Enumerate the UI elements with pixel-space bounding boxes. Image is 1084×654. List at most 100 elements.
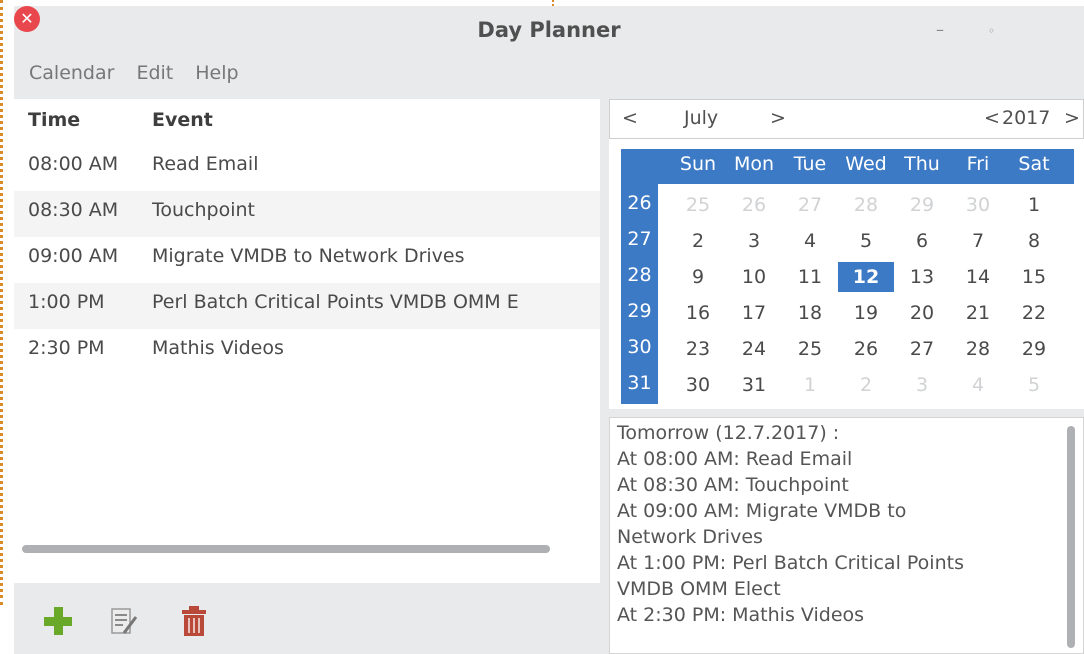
week-number: 26: [627, 192, 652, 214]
delete-event-button[interactable]: [176, 603, 212, 639]
day-name: Sun: [679, 153, 717, 175]
day-name: Wed: [845, 153, 887, 175]
week-number: 27: [627, 228, 652, 250]
week-number: 31: [627, 372, 652, 394]
prev-month-button[interactable]: <: [622, 107, 638, 129]
maximize-button[interactable]: ◦: [988, 24, 995, 38]
table-row[interactable]: 08:30 AM Touchpoint: [14, 191, 600, 237]
calendar-day[interactable]: 3: [894, 370, 950, 400]
title-bar: Day Planner – ◦ ✕: [14, 6, 1084, 52]
table-row[interactable]: 1:00 PM Perl Batch Critical Points VMDB …: [14, 283, 600, 329]
table-row[interactable]: 2:30 PM Mathis Videos: [14, 329, 600, 375]
prev-year-button[interactable]: <: [984, 107, 1000, 129]
calendar-day[interactable]: 29: [894, 190, 950, 220]
table-row[interactable]: 09:00 AM Migrate VMDB to Network Drives: [14, 237, 600, 283]
calendar-day[interactable]: 12: [838, 262, 894, 292]
event-list: 08:00 AM Read Email 08:30 AM Touchpoint …: [14, 145, 600, 375]
day-planner-window: Day Planner – ◦ ✕ Calendar Edit Help Tim…: [14, 6, 1084, 654]
calendar-day[interactable]: 5: [838, 226, 894, 256]
menu-help[interactable]: Help: [195, 56, 238, 90]
calendar-day[interactable]: 3: [726, 226, 782, 256]
window-title: Day Planner: [477, 18, 621, 42]
calendar-day[interactable]: 11: [782, 262, 838, 292]
next-year-button[interactable]: >: [1064, 107, 1080, 129]
calendar-day[interactable]: 25: [670, 190, 726, 220]
calendar-day[interactable]: 21: [950, 298, 1006, 328]
event-time: 09:00 AM: [28, 245, 119, 267]
calendar-day[interactable]: 6: [894, 226, 950, 256]
event-title: Read Email: [152, 153, 259, 175]
page-border-decoration: [0, 0, 6, 605]
week-number: 29: [627, 300, 652, 322]
day-name: Sat: [1018, 153, 1050, 175]
calendar-pane: < July > < 2017 > Sun Mon Tue Wed Thu Fr…: [609, 99, 1084, 654]
event-title: Touchpoint: [152, 199, 255, 221]
calendar-day[interactable]: 30: [670, 370, 726, 400]
calendar-day[interactable]: 9: [670, 262, 726, 292]
calendar-header: < July > < 2017 >: [609, 99, 1084, 139]
calendar-day[interactable]: 16: [670, 298, 726, 328]
calendar-grid: Sun Mon Tue Wed Thu Fri Sat 26 27 28 29 …: [609, 139, 1084, 409]
event-time: 08:00 AM: [28, 153, 119, 175]
day-names-header: Sun Mon Tue Wed Thu Fri Sat: [621, 149, 1074, 184]
calendar-day[interactable]: 5: [1006, 370, 1062, 400]
time-column-header[interactable]: Time: [28, 109, 80, 131]
calendar-day[interactable]: 15: [1006, 262, 1062, 292]
calendar-day[interactable]: 13: [894, 262, 950, 292]
calendar-day[interactable]: 26: [726, 190, 782, 220]
calendar-day[interactable]: 29: [1006, 334, 1062, 364]
menu-calendar[interactable]: Calendar: [29, 56, 114, 90]
calendar-day[interactable]: 4: [782, 226, 838, 256]
calendar-day[interactable]: 14: [950, 262, 1006, 292]
week-number: 30: [627, 336, 652, 358]
edit-event-button[interactable]: [106, 603, 142, 639]
event-time: 08:30 AM: [28, 199, 119, 221]
event-title: Perl Batch Critical Points VMDB OMM E: [152, 291, 519, 313]
event-column-header[interactable]: Event: [152, 109, 213, 131]
calendar-day[interactable]: 19: [838, 298, 894, 328]
add-event-button[interactable]: [40, 603, 76, 639]
table-row[interactable]: 08:00 AM Read Email: [14, 145, 600, 191]
summary-line: VMDB OMM Elect: [617, 578, 781, 600]
calendar-day[interactable]: 28: [950, 334, 1006, 364]
calendar-day[interactable]: 28: [838, 190, 894, 220]
menu-edit[interactable]: Edit: [136, 56, 173, 90]
calendar-day[interactable]: 30: [950, 190, 1006, 220]
calendar-day[interactable]: 4: [950, 370, 1006, 400]
calendar-day[interactable]: 17: [726, 298, 782, 328]
event-time: 1:00 PM: [28, 291, 105, 313]
trash-icon: [182, 606, 206, 636]
horizontal-scrollbar[interactable]: [22, 545, 550, 553]
minimize-button[interactable]: –: [936, 20, 944, 39]
week-number: 28: [627, 264, 652, 286]
calendar-day[interactable]: 10: [726, 262, 782, 292]
calendar-day[interactable]: 31: [726, 370, 782, 400]
calendar-day[interactable]: 24: [726, 334, 782, 364]
calendar-day[interactable]: 23: [670, 334, 726, 364]
calendar-day[interactable]: 7: [950, 226, 1006, 256]
event-title: Mathis Videos: [152, 337, 284, 359]
day-summary-panel: Tomorrow (12.7.2017) : At 08:00 AM: Read…: [609, 417, 1084, 654]
plus-icon: [44, 607, 72, 635]
calendar-day[interactable]: 18: [782, 298, 838, 328]
calendar-day[interactable]: 26: [838, 334, 894, 364]
calendar-day[interactable]: 25: [782, 334, 838, 364]
calendar-day[interactable]: 8: [1006, 226, 1062, 256]
event-title: Migrate VMDB to Network Drives: [152, 245, 465, 267]
calendar-day[interactable]: 1: [1006, 190, 1062, 220]
vertical-scrollbar[interactable]: [1067, 426, 1075, 648]
summary-line: At 08:00 AM: Read Email: [617, 448, 853, 470]
calendar-day[interactable]: 1: [782, 370, 838, 400]
day-name: Tue: [793, 153, 827, 175]
edit-icon: [111, 608, 138, 634]
summary-line: At 08:30 AM: Touchpoint: [617, 474, 849, 496]
calendar-day[interactable]: 27: [782, 190, 838, 220]
events-pane: Time Event 08:00 AM Read Email 08:30 AM …: [14, 99, 600, 654]
calendar-day[interactable]: 2: [670, 226, 726, 256]
next-month-button[interactable]: >: [770, 107, 786, 129]
calendar-day[interactable]: 22: [1006, 298, 1062, 328]
calendar-day[interactable]: 20: [894, 298, 950, 328]
summary-line: At 1:00 PM: Perl Batch Critical Points: [617, 552, 964, 574]
calendar-day[interactable]: 27: [894, 334, 950, 364]
calendar-day[interactable]: 2: [838, 370, 894, 400]
